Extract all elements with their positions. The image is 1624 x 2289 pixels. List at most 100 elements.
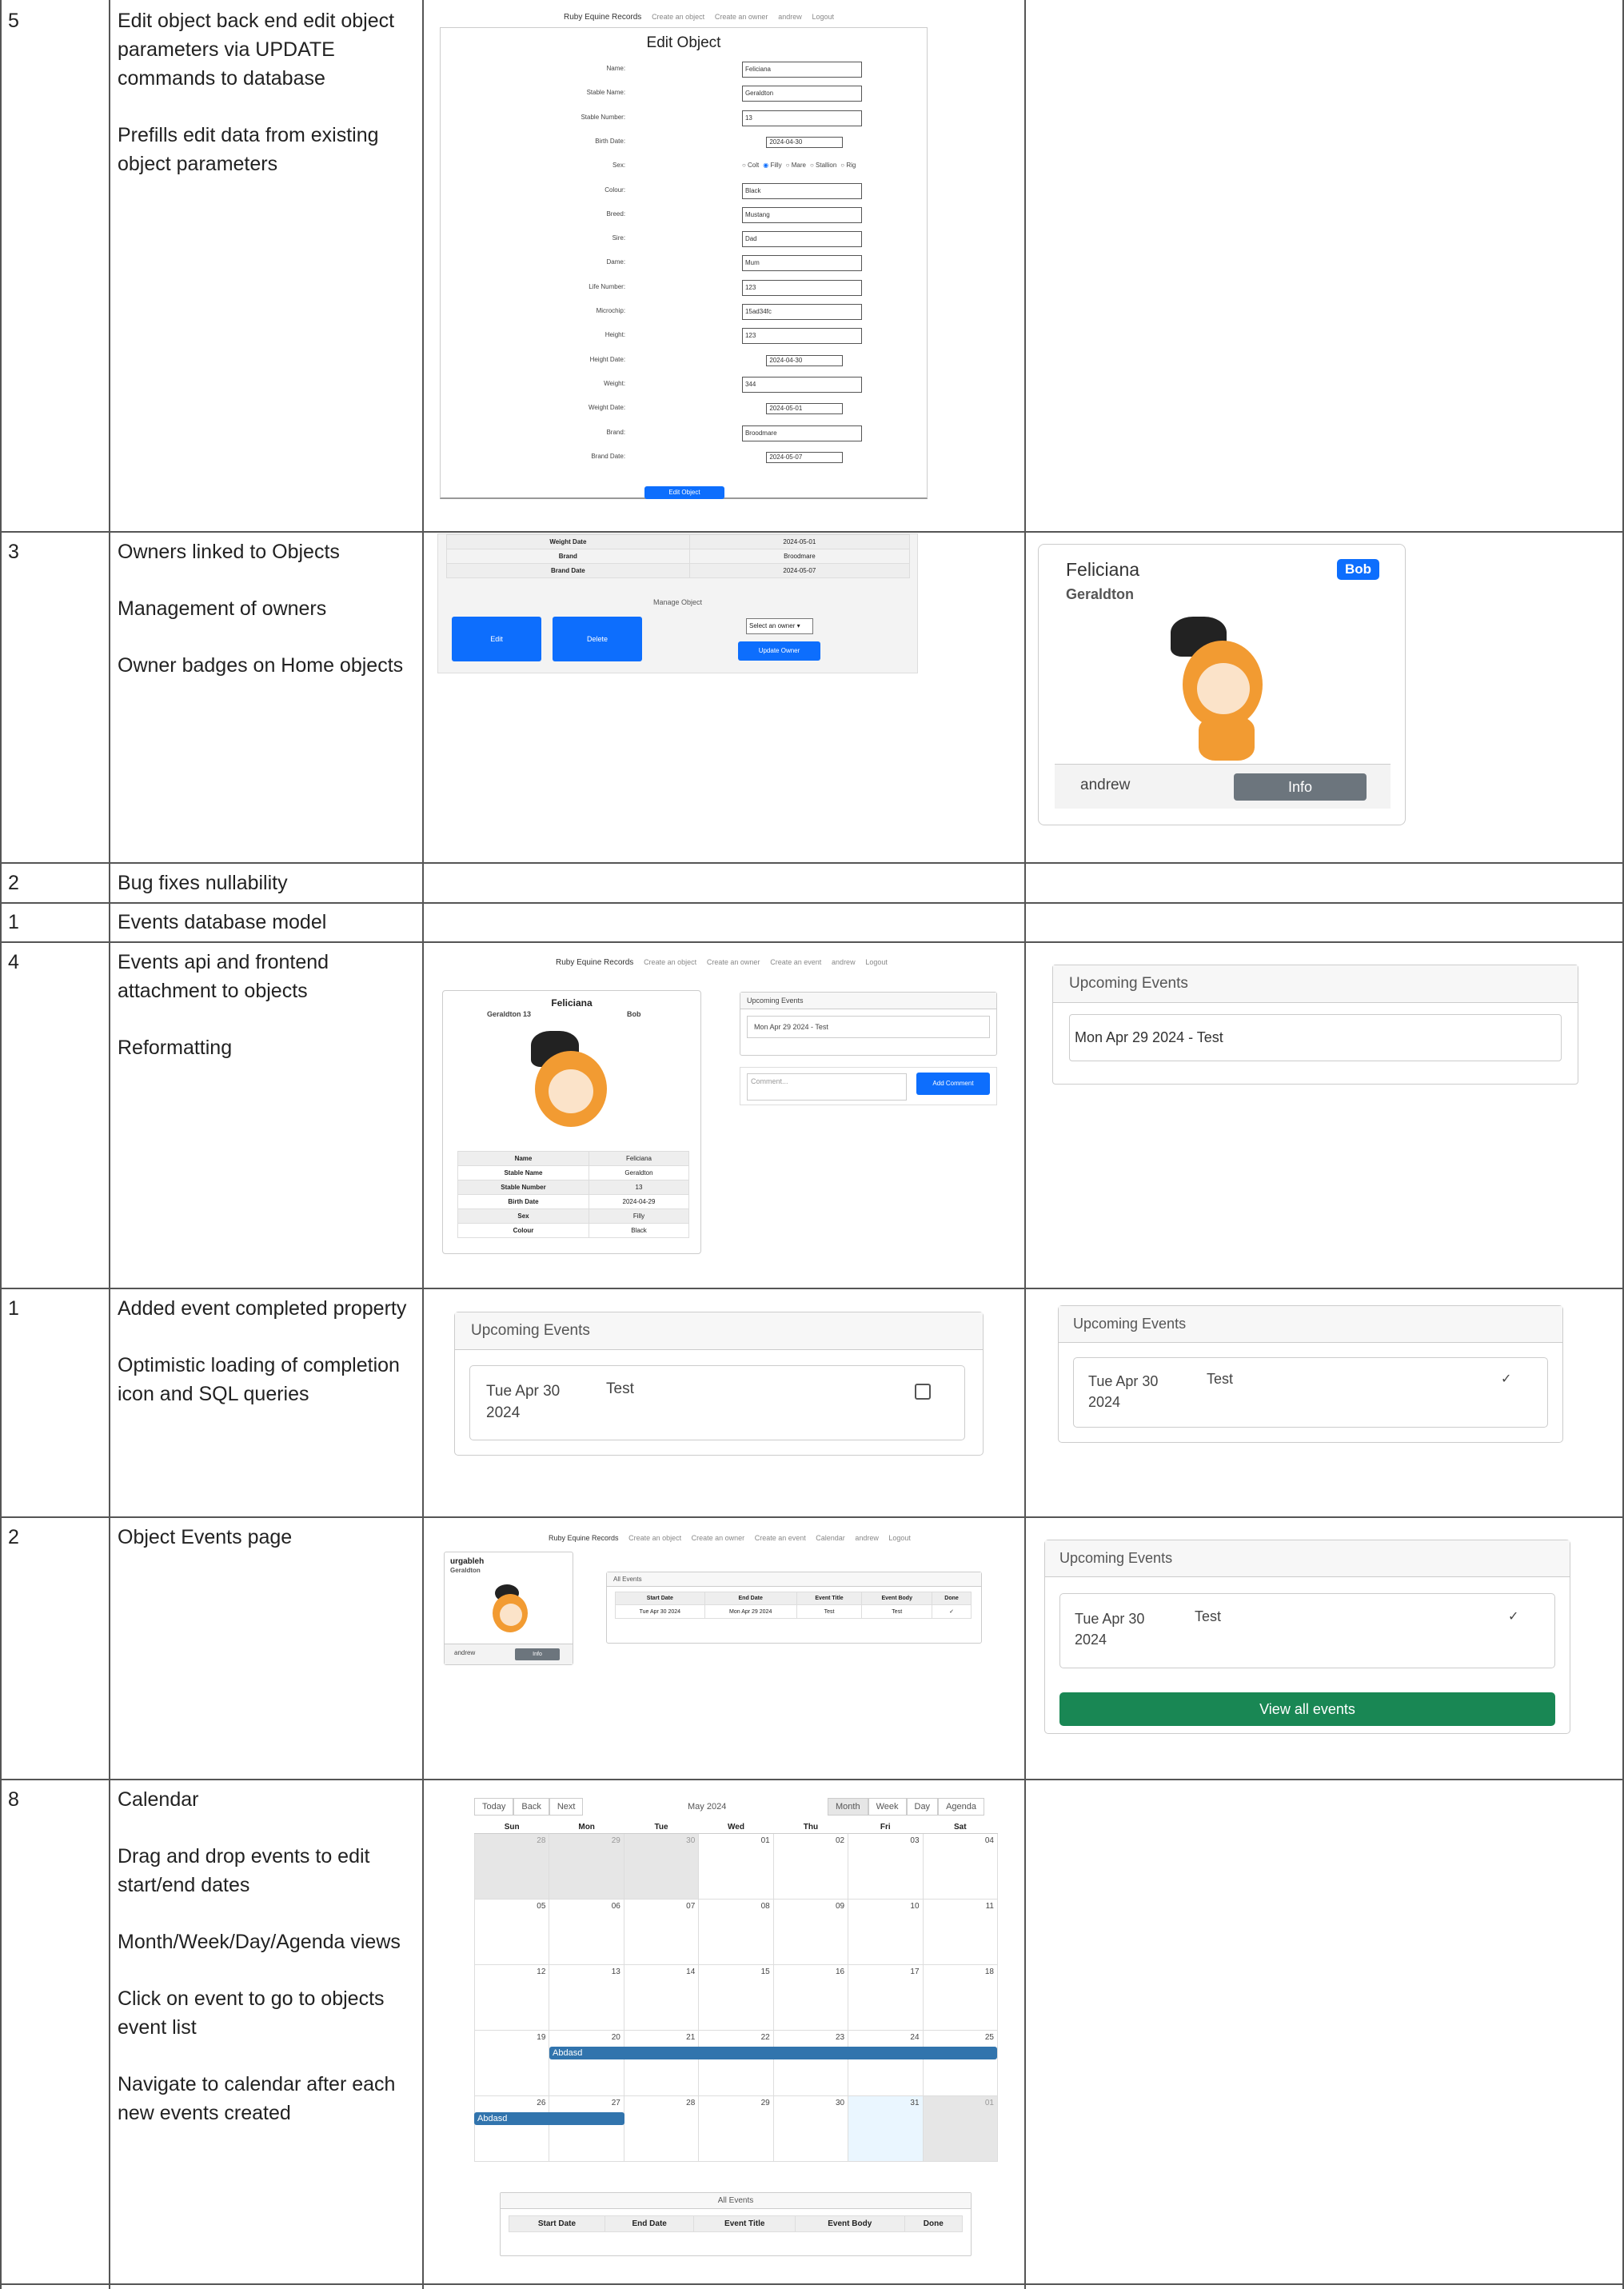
text-input[interactable]: Broodmare xyxy=(741,425,862,441)
nav-link[interactable]: Logout xyxy=(865,958,888,966)
sex-radio-group[interactable]: ○ Colt ◉ Filly ○ Mare ○ Stallion ○ Rig xyxy=(742,162,860,169)
weekday-header: Sat xyxy=(923,1821,998,1834)
date-input[interactable]: 2024-05-07 xyxy=(766,451,844,463)
calendar-day-cell[interactable]: 14 xyxy=(623,1964,700,2031)
nav-link[interactable]: Logout xyxy=(812,13,835,21)
card-subtitle: Geraldton xyxy=(450,1567,481,1574)
calendar-day-cell[interactable]: 01 xyxy=(698,1833,774,1900)
event-item[interactable]: Mon Apr 29 2024 - Test xyxy=(747,1016,990,1038)
calendar-day-cell[interactable]: 13 xyxy=(549,1964,624,2031)
row-points: 2 xyxy=(8,1526,19,1548)
nav-link[interactable]: Create an object xyxy=(644,958,696,966)
nav-link[interactable]: andrew xyxy=(832,958,856,966)
date-input[interactable]: 2024-04-30 xyxy=(766,136,844,148)
next-button[interactable]: Next xyxy=(549,1798,584,1816)
calendar-day-cell[interactable]: 30 xyxy=(772,2095,849,2162)
nav-link[interactable]: Create an object xyxy=(628,1534,681,1542)
nav-link[interactable]: andrew xyxy=(778,13,802,21)
completed-checkbox[interactable] xyxy=(915,1384,931,1400)
text-input[interactable]: 13 xyxy=(741,110,862,126)
calendar-day-cell[interactable]: 06 xyxy=(549,1899,624,1965)
calendar-day-cell[interactable]: 30 xyxy=(623,1833,700,1900)
text-input[interactable]: Feliciana xyxy=(741,62,862,78)
calendar-day-cell[interactable]: 31 xyxy=(848,2095,924,2162)
calendar-day-cell[interactable]: 23 xyxy=(772,2030,849,2096)
calendar-day-cell[interactable]: 01 xyxy=(922,2095,999,2162)
check-icon[interactable]: ✓ xyxy=(1501,1371,1511,1387)
nav-brand[interactable]: Ruby Equine Records xyxy=(556,958,633,967)
radio-icon[interactable]: ○ xyxy=(742,162,748,169)
nav-link[interactable]: Create an event xyxy=(770,958,821,966)
text-input[interactable]: 344 xyxy=(741,376,862,393)
radio-icon[interactable]: ○ xyxy=(786,162,792,169)
update-owner-button[interactable]: Update Owner xyxy=(738,641,820,661)
add-comment-button[interactable]: Add Comment xyxy=(916,1073,990,1095)
date-input[interactable]: 2024-05-01 xyxy=(766,403,844,415)
calendar-day-cell[interactable]: 27 xyxy=(549,2095,624,2162)
nav-link[interactable]: Create an owner xyxy=(715,13,768,21)
calendar-event[interactable]: Abdasd xyxy=(474,2112,624,2125)
calendar-day-cell[interactable]: 18 xyxy=(922,1964,999,2031)
day-view-button[interactable]: Day xyxy=(906,1798,939,1816)
text-input[interactable]: Mum xyxy=(741,255,862,272)
owner-select[interactable]: Select an owner ▾ xyxy=(746,618,813,634)
month-view-button[interactable]: Month xyxy=(828,1798,868,1816)
back-button[interactable]: Back xyxy=(513,1798,549,1816)
calendar-day-cell[interactable]: 04 xyxy=(922,1833,999,1900)
nav-link[interactable]: Logout xyxy=(888,1534,911,1542)
nav-link[interactable]: Create an object xyxy=(652,13,704,21)
text-input[interactable]: Geraldton xyxy=(741,86,862,102)
text-input[interactable]: 123 xyxy=(741,279,862,296)
calendar-day-cell[interactable]: 19 xyxy=(473,2030,550,2096)
calendar-day-cell[interactable]: 24 xyxy=(848,2030,924,2096)
calendar-day-cell[interactable]: 10 xyxy=(848,1899,924,1965)
today-button[interactable]: Today xyxy=(474,1798,514,1816)
calendar-day-cell[interactable]: 28 xyxy=(473,1833,550,1900)
calendar-day-cell[interactable]: 02 xyxy=(772,1833,849,1900)
nav-link[interactable]: andrew xyxy=(855,1534,879,1542)
calendar-day-cell[interactable]: 29 xyxy=(549,1833,624,1900)
calendar-day-cell[interactable]: 22 xyxy=(698,2030,774,2096)
info-button[interactable]: Info xyxy=(1234,773,1367,801)
agenda-view-button[interactable]: Agenda xyxy=(938,1798,984,1816)
calendar-day-cell[interactable]: 28 xyxy=(623,2095,700,2162)
calendar-day-cell[interactable]: 21 xyxy=(623,2030,700,2096)
calendar-day-cell[interactable]: 29 xyxy=(698,2095,774,2162)
view-all-events-button[interactable]: View all events xyxy=(1059,1692,1555,1726)
radio-icon[interactable]: ○ xyxy=(810,162,816,169)
calendar-day-cell[interactable]: 20 xyxy=(549,2030,624,2096)
date-input[interactable]: 2024-04-30 xyxy=(766,354,844,366)
nav-brand[interactable]: Ruby Equine Records xyxy=(564,13,641,22)
calendar-day-cell[interactable]: 09 xyxy=(772,1899,849,1965)
delete-button[interactable]: Delete xyxy=(553,617,642,661)
nav-link[interactable]: Create an owner xyxy=(692,1534,745,1542)
calendar-day-cell[interactable]: 25 xyxy=(922,2030,999,2096)
text-input[interactable]: 123 xyxy=(741,328,862,345)
calendar-event[interactable]: Abdasd xyxy=(549,2047,997,2059)
calendar-day-cell[interactable]: 26 xyxy=(473,2095,550,2162)
calendar-day-cell[interactable]: 03 xyxy=(848,1833,924,1900)
calendar-day-cell[interactable]: 05 xyxy=(473,1899,550,1965)
nav-brand[interactable]: Ruby Equine Records xyxy=(549,1534,619,1542)
nav-link[interactable]: Create an event xyxy=(755,1534,806,1542)
nav-link[interactable]: Calendar xyxy=(816,1534,845,1542)
event-item[interactable]: Mon Apr 29 2024 - Test xyxy=(1069,1014,1562,1061)
nav-link[interactable]: Create an owner xyxy=(707,958,760,966)
text-input[interactable]: 15ad34fc xyxy=(741,304,862,320)
calendar-day-cell[interactable]: 16 xyxy=(772,1964,849,2031)
calendar-day-cell[interactable]: 07 xyxy=(623,1899,700,1965)
week-view-button[interactable]: Week xyxy=(868,1798,907,1816)
calendar-day-cell[interactable]: 08 xyxy=(698,1899,774,1965)
calendar-day-cell[interactable]: 15 xyxy=(698,1964,774,2031)
info-button[interactable]: Info xyxy=(515,1648,560,1660)
edit-object-button[interactable]: Edit Object xyxy=(644,486,724,499)
calendar-day-cell[interactable]: 11 xyxy=(922,1899,999,1965)
check-icon[interactable]: ✓ xyxy=(1508,1608,1518,1624)
edit-button[interactable]: Edit xyxy=(452,617,541,661)
calendar-day-cell[interactable]: 12 xyxy=(473,1964,550,2031)
text-input[interactable]: Dad xyxy=(741,231,862,248)
text-input[interactable]: Mustang xyxy=(741,206,862,223)
text-input[interactable]: Black xyxy=(741,182,862,199)
comment-input[interactable]: Comment... xyxy=(747,1073,907,1101)
calendar-day-cell[interactable]: 17 xyxy=(848,1964,924,2031)
